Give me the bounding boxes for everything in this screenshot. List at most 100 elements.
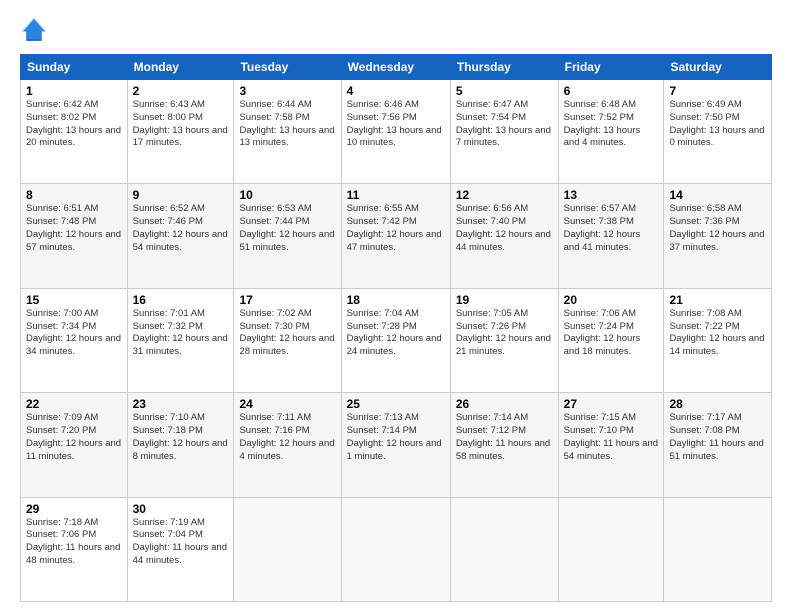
day-cell-13: 13 Sunrise: 6:57 AM Sunset: 7:38 PM Dayl… [558,184,664,288]
header [20,16,772,44]
day-cell-14: 14 Sunrise: 6:58 AM Sunset: 7:36 PM Dayl… [664,184,772,288]
daylight-hours: Daylight: 13 hours and 7 minutes. [456,125,551,149]
sunset-time: Sunset: 7:48 PM [26,216,96,227]
col-wednesday: Wednesday [341,55,450,80]
day-cell-18: 18 Sunrise: 7:04 AM Sunset: 7:28 PM Dayl… [341,288,450,392]
sunset-time: Sunset: 7:44 PM [239,216,309,227]
daylight-hours: Daylight: 13 hours and 4 minutes. [564,125,641,149]
day-cell-25: 25 Sunrise: 7:13 AM Sunset: 7:14 PM Dayl… [341,393,450,497]
day-cell-10: 10 Sunrise: 6:53 AM Sunset: 7:44 PM Dayl… [234,184,341,288]
day-info: Sunrise: 7:14 AM Sunset: 7:12 PM Dayligh… [456,412,553,463]
sunset-time: Sunset: 7:56 PM [347,112,417,123]
sunrise-time: Sunrise: 7:17 AM [669,412,741,423]
day-number: 27 [564,397,659,411]
sunset-time: Sunset: 7:18 PM [133,425,203,436]
sunset-time: Sunset: 8:00 PM [133,112,203,123]
daylight-hours: Daylight: 12 hours and 11 minutes. [26,438,121,462]
day-cell-7: 7 Sunrise: 6:49 AM Sunset: 7:50 PM Dayli… [664,80,772,184]
day-number: 17 [239,293,335,307]
sunrise-time: Sunrise: 7:11 AM [239,412,311,423]
sunset-time: Sunset: 7:06 PM [26,529,96,540]
sunrise-time: Sunrise: 6:44 AM [239,99,311,110]
sunrise-time: Sunrise: 7:13 AM [347,412,419,423]
day-cell-22: 22 Sunrise: 7:09 AM Sunset: 7:20 PM Dayl… [21,393,128,497]
sunrise-time: Sunrise: 7:09 AM [26,412,98,423]
day-number: 1 [26,84,122,98]
day-info: Sunrise: 7:04 AM Sunset: 7:28 PM Dayligh… [347,308,445,359]
day-info: Sunrise: 6:46 AM Sunset: 7:56 PM Dayligh… [347,99,445,150]
day-info: Sunrise: 7:18 AM Sunset: 7:06 PM Dayligh… [26,517,122,568]
daylight-hours: Daylight: 12 hours and 4 minutes. [239,438,334,462]
sunset-time: Sunset: 7:16 PM [239,425,309,436]
sunset-time: Sunset: 7:26 PM [456,321,526,332]
day-cell-2: 2 Sunrise: 6:43 AM Sunset: 8:00 PM Dayli… [127,80,234,184]
day-number: 25 [347,397,445,411]
calendar-week-1: 1 Sunrise: 6:42 AM Sunset: 8:02 PM Dayli… [21,80,772,184]
daylight-hours: Daylight: 12 hours and 44 minutes. [456,229,551,253]
sunset-time: Sunset: 7:32 PM [133,321,203,332]
day-cell-1: 1 Sunrise: 6:42 AM Sunset: 8:02 PM Dayli… [21,80,128,184]
daylight-hours: Daylight: 12 hours and 21 minutes. [456,333,551,357]
day-cell-23: 23 Sunrise: 7:10 AM Sunset: 7:18 PM Dayl… [127,393,234,497]
sunrise-time: Sunrise: 7:04 AM [347,308,419,319]
header-row: Sunday Monday Tuesday Wednesday Thursday… [21,55,772,80]
sunset-time: Sunset: 7:40 PM [456,216,526,227]
daylight-hours: Daylight: 13 hours and 0 minutes. [669,125,764,149]
day-info: Sunrise: 7:11 AM Sunset: 7:16 PM Dayligh… [239,412,335,463]
sunrise-time: Sunrise: 7:10 AM [133,412,205,423]
empty-cell [234,497,341,601]
daylight-hours: Daylight: 12 hours and 14 minutes. [669,333,764,357]
day-number: 8 [26,188,122,202]
sunset-time: Sunset: 7:28 PM [347,321,417,332]
daylight-hours: Daylight: 11 hours and 48 minutes. [26,542,120,566]
day-number: 10 [239,188,335,202]
day-number: 4 [347,84,445,98]
sunrise-time: Sunrise: 6:43 AM [133,99,205,110]
sunset-time: Sunset: 7:10 PM [564,425,634,436]
day-info: Sunrise: 7:08 AM Sunset: 7:22 PM Dayligh… [669,308,766,359]
sunset-time: Sunset: 7:24 PM [564,321,634,332]
daylight-hours: Daylight: 12 hours and 34 minutes. [26,333,121,357]
daylight-hours: Daylight: 12 hours and 24 minutes. [347,333,442,357]
day-number: 23 [133,397,229,411]
daylight-hours: Daylight: 12 hours and 54 minutes. [133,229,228,253]
day-info: Sunrise: 6:57 AM Sunset: 7:38 PM Dayligh… [564,203,659,254]
day-number: 5 [456,84,553,98]
day-cell-29: 29 Sunrise: 7:18 AM Sunset: 7:06 PM Dayl… [21,497,128,601]
sunrise-time: Sunrise: 7:19 AM [133,517,205,528]
day-number: 24 [239,397,335,411]
day-info: Sunrise: 6:44 AM Sunset: 7:58 PM Dayligh… [239,99,335,150]
day-cell-26: 26 Sunrise: 7:14 AM Sunset: 7:12 PM Dayl… [450,393,558,497]
calendar-week-5: 29 Sunrise: 7:18 AM Sunset: 7:06 PM Dayl… [21,497,772,601]
sunrise-time: Sunrise: 6:58 AM [669,203,741,214]
day-cell-5: 5 Sunrise: 6:47 AM Sunset: 7:54 PM Dayli… [450,80,558,184]
day-cell-28: 28 Sunrise: 7:17 AM Sunset: 7:08 PM Dayl… [664,393,772,497]
sunrise-time: Sunrise: 7:05 AM [456,308,528,319]
day-info: Sunrise: 6:58 AM Sunset: 7:36 PM Dayligh… [669,203,766,254]
day-cell-20: 20 Sunrise: 7:06 AM Sunset: 7:24 PM Dayl… [558,288,664,392]
daylight-hours: Daylight: 12 hours and 8 minutes. [133,438,228,462]
day-cell-12: 12 Sunrise: 6:56 AM Sunset: 7:40 PM Dayl… [450,184,558,288]
sunset-time: Sunset: 7:20 PM [26,425,96,436]
daylight-hours: Daylight: 12 hours and 1 minute. [347,438,442,462]
day-info: Sunrise: 7:17 AM Sunset: 7:08 PM Dayligh… [669,412,766,463]
daylight-hours: Daylight: 12 hours and 37 minutes. [669,229,764,253]
daylight-hours: Daylight: 12 hours and 47 minutes. [347,229,442,253]
day-info: Sunrise: 6:56 AM Sunset: 7:40 PM Dayligh… [456,203,553,254]
daylight-hours: Daylight: 11 hours and 44 minutes. [133,542,227,566]
sunrise-time: Sunrise: 7:18 AM [26,517,98,528]
sunset-time: Sunset: 7:34 PM [26,321,96,332]
daylight-hours: Daylight: 12 hours and 41 minutes. [564,229,641,253]
sunrise-time: Sunrise: 6:57 AM [564,203,636,214]
daylight-hours: Daylight: 11 hours and 51 minutes. [669,438,763,462]
sunset-time: Sunset: 7:54 PM [456,112,526,123]
day-number: 2 [133,84,229,98]
day-cell-6: 6 Sunrise: 6:48 AM Sunset: 7:52 PM Dayli… [558,80,664,184]
sunset-time: Sunset: 7:22 PM [669,321,739,332]
daylight-hours: Daylight: 12 hours and 31 minutes. [133,333,228,357]
day-number: 16 [133,293,229,307]
sunrise-time: Sunrise: 7:02 AM [239,308,311,319]
day-info: Sunrise: 6:48 AM Sunset: 7:52 PM Dayligh… [564,99,659,150]
day-info: Sunrise: 7:10 AM Sunset: 7:18 PM Dayligh… [133,412,229,463]
day-number: 7 [669,84,766,98]
